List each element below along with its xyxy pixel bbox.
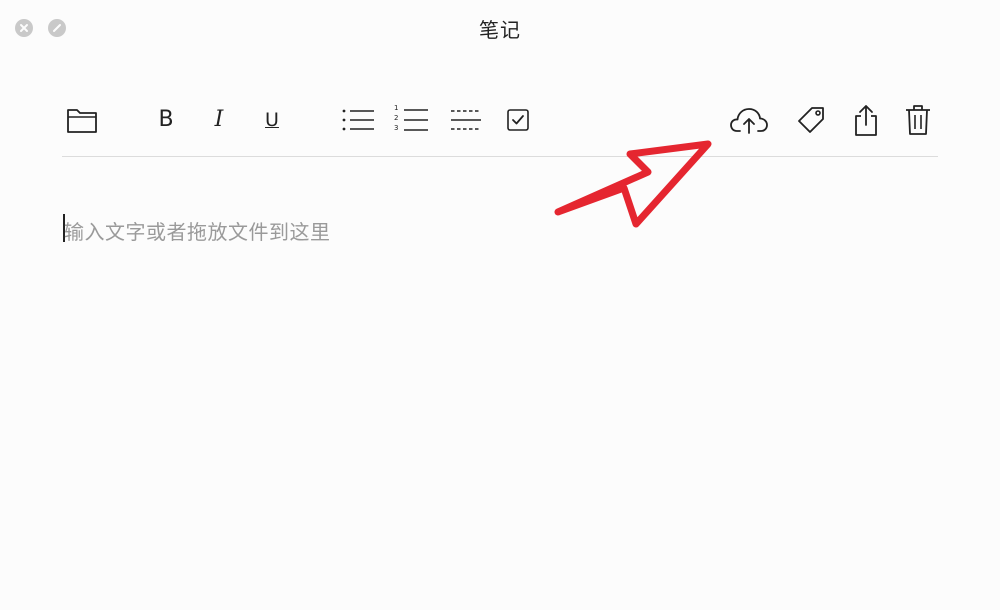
digit-3: 3 (394, 124, 399, 132)
divider-button[interactable] (446, 100, 486, 140)
toolbar-divider (62, 156, 938, 157)
digit-1: 1 (394, 104, 399, 112)
bold-button[interactable]: B (146, 100, 186, 140)
digit-2: 2 (394, 114, 399, 122)
numbered-list-digits: 1 2 3 (394, 103, 398, 133)
annotation-arrow-icon (554, 140, 712, 228)
folder-icon (67, 109, 97, 133)
cloud-upload-icon (730, 108, 768, 134)
numbered-list-icon (404, 109, 428, 131)
share-icon (855, 105, 877, 136)
italic-label: I (214, 107, 224, 132)
folder-button[interactable] (62, 100, 102, 140)
numbered-list-button[interactable]: 1 2 3 (392, 100, 432, 140)
share-button[interactable] (846, 100, 886, 140)
tag-icon (798, 107, 824, 133)
bold-label: B (158, 107, 174, 132)
editor-placeholder: 输入文字或者拖放文件到这里 (64, 220, 331, 244)
checkbox-icon (507, 109, 529, 131)
dashed-lines-icon (451, 110, 481, 130)
upload-button[interactable] (729, 100, 769, 140)
checkbox-button[interactable] (498, 100, 538, 140)
tag-button[interactable] (791, 100, 831, 140)
italic-button[interactable]: I (199, 100, 239, 140)
titlebar: 笔记 (0, 0, 1000, 56)
bullet-list-button[interactable] (338, 100, 378, 140)
delete-button[interactable] (898, 100, 938, 140)
window-title: 笔记 (479, 18, 521, 42)
note-editor[interactable]: 输入文字或者拖放文件到这里 (62, 200, 938, 570)
note-window: 笔记 B I U 1 2 3 输入文字或者拖放文件到这里 (0, 0, 1000, 610)
editor-toolbar: B I U 1 2 3 (62, 100, 938, 140)
trash-icon (906, 105, 930, 135)
bullet-list-icon (342, 109, 374, 131)
underline-label: U (265, 108, 279, 131)
underline-button[interactable]: U (252, 100, 292, 140)
